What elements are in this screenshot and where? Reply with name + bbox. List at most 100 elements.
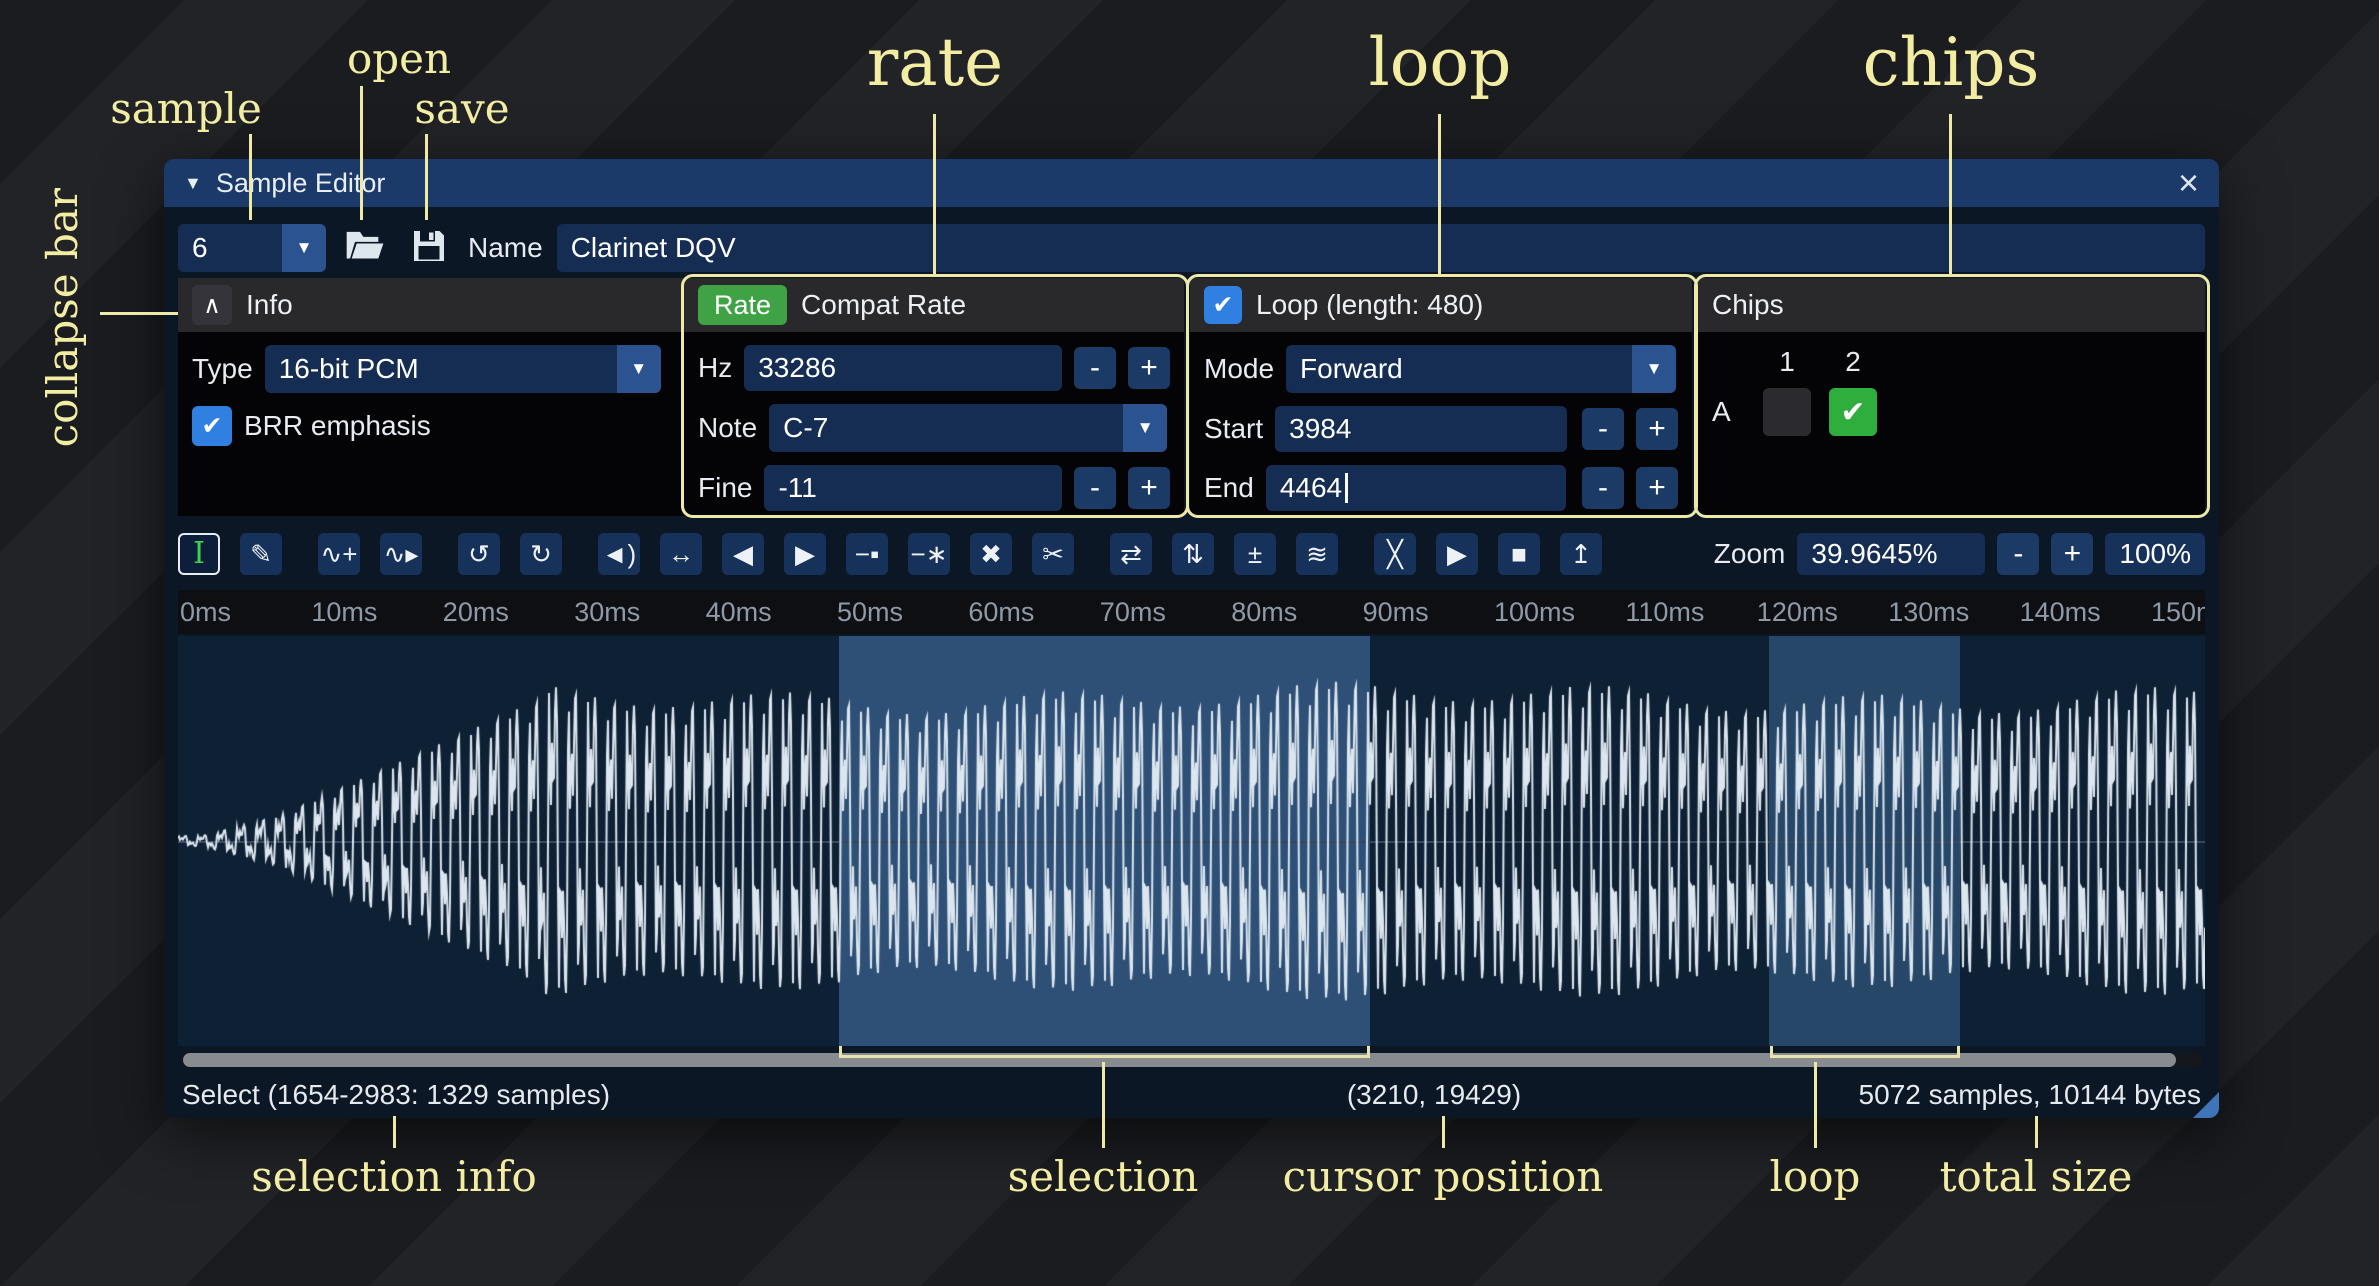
zoom-reset-button[interactable]: 100% [2105, 533, 2205, 575]
sample-number-select[interactable]: 6 ▼ [178, 224, 326, 272]
delete-button[interactable]: ✖ [970, 533, 1012, 575]
ruler-label: 90ms [1363, 597, 1429, 628]
loop-start-increase-button[interactable]: + [1636, 408, 1678, 450]
loop-end-input[interactable]: 4464 [1266, 465, 1566, 511]
fade-in-button[interactable]: ◀ [722, 533, 764, 575]
hz-decrease-button[interactable]: - [1074, 347, 1116, 389]
pencil-icon: ✎ [250, 541, 272, 567]
loop-enabled-checkbox[interactable]: ✔ [1204, 286, 1242, 324]
annotation-line-selection [1102, 1062, 1105, 1148]
fine-label: Fine [698, 472, 752, 504]
normalize-button[interactable]: ↔ [660, 533, 702, 575]
invert-button[interactable]: ⇅ [1172, 533, 1214, 575]
check-icon: ✔ [202, 411, 223, 441]
trim-button[interactable]: ✂ [1032, 533, 1074, 575]
chips-row-label: A [1712, 396, 1763, 428]
ruler-label: 20ms [443, 597, 509, 628]
ruler-label: 80ms [1231, 597, 1297, 628]
rate-panel-header: Rate Compat Rate [684, 278, 1184, 332]
annotation-line-collapse-bar [100, 312, 178, 315]
stop-preview-button[interactable]: ■ [1498, 533, 1540, 575]
collapse-chevron-icon[interactable]: ∧ [192, 285, 232, 325]
sample-name-input[interactable]: Clarinet DQV [557, 224, 2205, 272]
resize-grip[interactable] [2193, 1092, 2219, 1118]
crossfade-loop-button[interactable]: ╳ [1374, 533, 1416, 575]
sample-editor-window: ▼ Sample Editor × 6 ▼ Name Clarinet DQV [164, 159, 2219, 1118]
waveform-area[interactable] [178, 636, 2205, 1046]
window-titlebar[interactable]: ▼ Sample Editor × [164, 159, 2219, 207]
amplify-button[interactable]: ◄) [598, 533, 640, 575]
annotation-loop-bottom: loop [1770, 1152, 1861, 1201]
redo-icon: ↻ [530, 541, 552, 567]
loop-start-decrease-button[interactable]: - [1582, 408, 1624, 450]
edit-mode-draw-button[interactable]: ✎ [240, 533, 282, 575]
close-icon[interactable]: × [2178, 165, 2199, 201]
info-panel-header: ∧ Info [178, 278, 684, 332]
check-icon: ✔ [1840, 395, 1865, 430]
dropdown-arrow-glyph: ▼ [1137, 418, 1154, 438]
chip-2-checkbox[interactable]: ✔ [1829, 388, 1877, 436]
chevron-down-icon[interactable]: ▼ [1123, 404, 1167, 452]
apply-filter-button[interactable]: ≋ [1296, 533, 1338, 575]
redo-button[interactable]: ↻ [520, 533, 562, 575]
check-icon: ✔ [1213, 290, 1234, 320]
preview-sample-button[interactable]: ▶ [1436, 533, 1478, 575]
hz-increase-button[interactable]: + [1128, 347, 1170, 389]
fine-increase-button[interactable]: + [1128, 467, 1170, 509]
undo-icon: ↺ [468, 541, 490, 567]
apply-silence-button[interactable]: −∗ [908, 533, 950, 575]
chip-1-checkbox[interactable] [1763, 388, 1811, 436]
swap-arrows-icon: ⇄ [1120, 541, 1142, 567]
type-select[interactable]: 16-bit PCM ▼ [265, 345, 661, 393]
save-sample-button[interactable] [404, 224, 454, 272]
cursor-position-text: (3210, 19429) [1347, 1079, 1521, 1111]
zoom-controls: Zoom 39.9645% - + 100% [1714, 533, 2205, 575]
loop-start-input[interactable]: 3984 [1275, 406, 1567, 452]
fine-decrease-button[interactable]: - [1074, 467, 1116, 509]
minus-star-icon: −∗ [911, 541, 948, 567]
chips-grid: 1 2 A ✔ [1698, 332, 2205, 436]
sample-toolbar-buttons: I ✎ ∿+ ∿▸ ↺ ↻ ◄) ↔ ◀ ▶ −▪ −∗ ✖ ✂ ⇄ ⇅ ± ≋ ╳ ▶ ■ ↥ [178, 533, 1602, 575]
chips-panel: Chips 1 2 A ✔ [1698, 278, 2205, 516]
loop-end-increase-button[interactable]: + [1636, 467, 1678, 509]
fine-input[interactable]: -11 [764, 465, 1062, 511]
chevron-down-icon[interactable]: ▼ [282, 224, 326, 272]
sample-number-value: 6 [178, 232, 282, 264]
wave-filter-icon: ≋ [1306, 541, 1328, 567]
loop-mode-select[interactable]: Forward ▼ [1286, 345, 1676, 393]
zoom-input[interactable]: 39.9645% [1797, 533, 1985, 575]
annotation-line-total-size [2035, 1116, 2038, 1148]
zoom-in-button[interactable]: + [2051, 533, 2093, 575]
rate-button[interactable]: Rate [698, 285, 787, 325]
edit-mode-select-button[interactable]: I [178, 533, 220, 575]
type-label: Type [192, 353, 253, 385]
loop-end-decrease-button[interactable]: - [1582, 467, 1624, 509]
dropdown-arrow-glyph: ▼ [630, 359, 647, 379]
resample-button[interactable]: ∿▸ [380, 533, 422, 575]
hz-input[interactable]: 33286 [744, 345, 1062, 391]
create-wavetable-button[interactable]: ↥ [1560, 533, 1602, 575]
annotation-cursor-position: cursor position [1283, 1152, 1604, 1201]
resize-button[interactable]: ∿+ [318, 533, 360, 575]
annotation-selection-info: selection info [251, 1152, 537, 1201]
open-sample-button[interactable] [340, 224, 390, 272]
window-collapse-icon[interactable]: ▼ [184, 173, 202, 194]
insert-silence-button[interactable]: −▪ [846, 533, 888, 575]
chevron-down-icon[interactable]: ▼ [1632, 345, 1676, 393]
undo-button[interactable]: ↺ [458, 533, 500, 575]
type-value: 16-bit PCM [265, 353, 617, 385]
stop-icon: ■ [1511, 541, 1527, 567]
loop-mode-value: Forward [1286, 353, 1632, 385]
note-select[interactable]: C-7 ▼ [769, 404, 1167, 452]
annotation-total-size: total size [1940, 1152, 2133, 1201]
desktop-background: ▼ Sample Editor × 6 ▼ Name Clarinet DQV [0, 0, 2379, 1286]
fade-out-button[interactable]: ▶ [784, 533, 826, 575]
brr-emphasis-label: BRR emphasis [244, 410, 431, 442]
i-beam-cursor-icon: I [193, 539, 205, 569]
sign-invert-button[interactable]: ± [1234, 533, 1276, 575]
zoom-out-button[interactable]: - [1997, 533, 2039, 575]
speaker-icon: ◄) [602, 541, 636, 567]
brr-emphasis-checkbox[interactable]: ✔ [192, 406, 232, 446]
chevron-down-icon[interactable]: ▼ [617, 345, 661, 393]
reverse-button[interactable]: ⇄ [1110, 533, 1152, 575]
